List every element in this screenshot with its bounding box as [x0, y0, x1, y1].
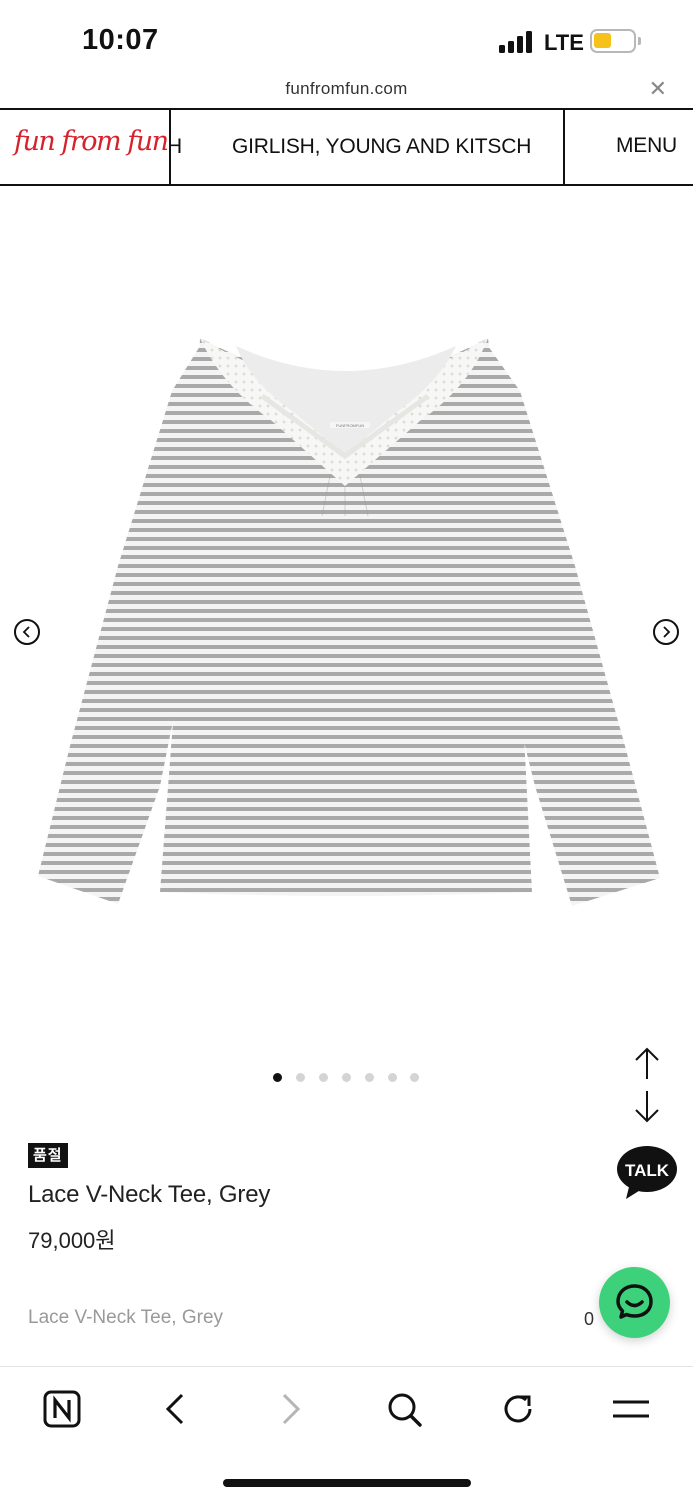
product-name: Lace V-Neck Tee, Grey: [28, 1181, 271, 1208]
search-button[interactable]: [382, 1387, 426, 1431]
chat-button[interactable]: [599, 1267, 670, 1338]
scroll-top-button[interactable]: [632, 1047, 662, 1081]
forward-button[interactable]: [268, 1387, 312, 1431]
menu-button[interactable]: MENU: [616, 134, 677, 158]
naver-home-icon: [43, 1390, 81, 1428]
scroll-bottom-button[interactable]: [632, 1089, 662, 1123]
chevron-left-circle-icon: [22, 626, 30, 638]
kakao-talk-button[interactable]: TALK: [616, 1145, 678, 1201]
marquee-banner: H GIRLISH, YOUNG AND KITSCH: [171, 110, 565, 184]
product-gallery[interactable]: FUNFROMFUN: [0, 186, 693, 1086]
product-image: FUNFROMFUN: [38, 338, 660, 906]
arrow-up-icon: [635, 1047, 659, 1079]
pagination-dot[interactable]: [388, 1073, 397, 1082]
url-bar[interactable]: funfromfun.com ✕: [0, 70, 693, 108]
search-icon: [388, 1393, 422, 1427]
pagination-dot[interactable]: [319, 1073, 328, 1082]
forward-icon: [282, 1393, 301, 1425]
prev-slide-button[interactable]: [14, 619, 40, 645]
next-slide-button[interactable]: [653, 619, 679, 645]
back-button[interactable]: [154, 1387, 198, 1431]
reload-button[interactable]: [496, 1387, 540, 1431]
battery-icon: [590, 29, 641, 53]
chat-smile-icon: [616, 1284, 653, 1319]
summary-quantity: 0: [584, 1309, 595, 1329]
network-label: LTE: [544, 30, 584, 55]
browser-menu-button[interactable]: [609, 1387, 653, 1431]
marquee-text: GIRLISH, YOUNG AND KITSCH: [232, 135, 532, 158]
marquee-prev-fragment: H: [171, 135, 182, 159]
pagination-dot[interactable]: [365, 1073, 374, 1082]
url-text[interactable]: funfromfun.com: [0, 79, 693, 99]
pagination-dot[interactable]: [273, 1073, 282, 1082]
signal-icon: [499, 31, 537, 53]
pagination-dot[interactable]: [296, 1073, 305, 1082]
naver-home-button[interactable]: [40, 1387, 84, 1431]
site-header: fun from fun H GIRLISH, YOUNG AND KITSCH…: [0, 108, 693, 186]
logo-link[interactable]: fun from fun: [0, 110, 171, 184]
product-price: 79,000원: [28, 1228, 116, 1253]
close-icon[interactable]: ✕: [649, 78, 667, 100]
site-logo[interactable]: fun from fun: [14, 126, 169, 157]
back-icon: [165, 1393, 184, 1425]
talk-label: TALK: [625, 1161, 670, 1180]
arrow-down-icon: [635, 1091, 659, 1123]
home-indicator[interactable]: [223, 1479, 471, 1487]
summary-product-name: Lace V-Neck Tee, Grey: [28, 1307, 224, 1328]
reload-icon: [504, 1395, 532, 1423]
menu-icon: [613, 1400, 649, 1418]
status-bar: 10:07 LTE: [0, 0, 693, 70]
status-time: 10:07: [82, 24, 159, 56]
soldout-badge: 품절: [28, 1143, 68, 1168]
garment-label-text: FUNFROMFUN: [336, 423, 364, 428]
talk-bubble-icon: TALK: [617, 1146, 677, 1199]
pagination-dot[interactable]: [410, 1073, 419, 1082]
chevron-right-circle-icon: [663, 626, 671, 638]
pagination-dot[interactable]: [342, 1073, 351, 1082]
